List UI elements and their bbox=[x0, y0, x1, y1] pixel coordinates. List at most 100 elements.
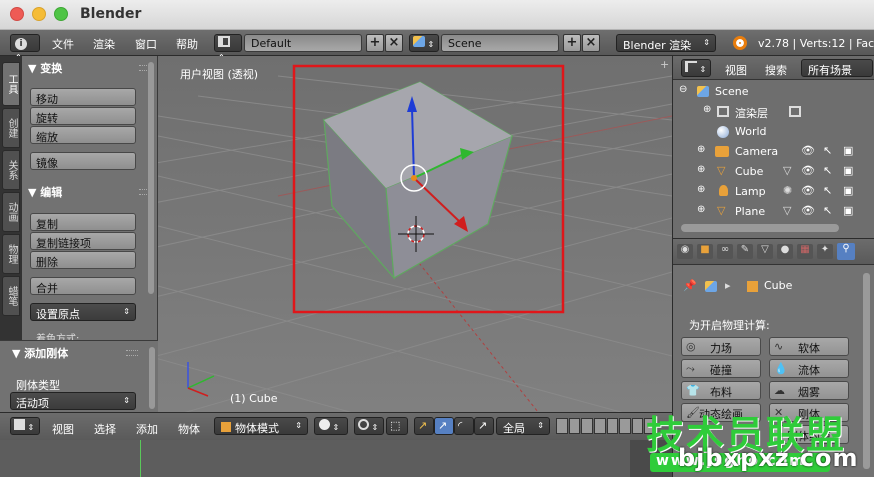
redo-panel-scrollbar[interactable] bbox=[149, 347, 155, 409]
duplicate-linked-button[interactable]: 复制链接项 bbox=[30, 232, 136, 250]
edit-panel-header[interactable]: ▼ 编辑 bbox=[28, 184, 62, 200]
translate-manipulator-button[interactable]: ↗ bbox=[434, 417, 454, 435]
tab-animation[interactable]: 动画 bbox=[2, 192, 20, 232]
eye-icon[interactable]: 👁 bbox=[801, 164, 815, 177]
texture-tab-icon[interactable]: ▦ bbox=[797, 244, 813, 259]
menu-file[interactable]: 文件 bbox=[52, 36, 74, 52]
rotate-button[interactable]: 旋转 bbox=[30, 107, 136, 125]
remove-scene-button[interactable]: × bbox=[582, 34, 600, 52]
add-screen-button[interactable]: + bbox=[366, 34, 384, 52]
cursor-select-icon[interactable]: ↖ bbox=[823, 204, 832, 217]
maximize-window-button[interactable] bbox=[54, 7, 68, 21]
material-tab-icon[interactable]: ● bbox=[777, 244, 793, 259]
menu-add[interactable]: 添加 bbox=[136, 421, 158, 437]
move-button[interactable]: 移动 bbox=[30, 88, 136, 106]
expand-icon[interactable]: ⊕ bbox=[697, 184, 705, 195]
particles-tab-icon[interactable]: ✦ bbox=[817, 244, 833, 259]
menu-window[interactable]: 窗口 bbox=[135, 36, 157, 52]
render-engine-dropdown[interactable]: Blender 渲染 ⇕ bbox=[616, 34, 716, 52]
tab-tools[interactable]: 工具 bbox=[2, 62, 20, 106]
tab-grease-pencil[interactable]: 蜡笔 bbox=[2, 276, 20, 316]
menu-help[interactable]: 帮助 bbox=[176, 36, 198, 52]
duplicate-button[interactable]: 复制 bbox=[30, 213, 136, 231]
render-camera-icon[interactable]: ▣ bbox=[843, 204, 853, 217]
interaction-mode-dropdown[interactable]: 物体模式 ⇕ bbox=[214, 417, 308, 435]
tab-relations[interactable]: 关系 bbox=[2, 150, 20, 190]
join-button[interactable]: 合并 bbox=[30, 277, 136, 295]
expand-icon[interactable]: ⊕ bbox=[697, 204, 705, 215]
outliner-row-render-layers[interactable]: ⊕ 渲染层 bbox=[673, 102, 874, 122]
manipulator-toggle[interactable]: ↗ bbox=[414, 417, 434, 435]
fluid-button[interactable]: 💧 流体 bbox=[769, 359, 849, 378]
outliner-row-world[interactable]: World bbox=[673, 122, 874, 142]
render-camera-icon[interactable]: ▣ bbox=[843, 144, 853, 157]
viewport-shading-dropdown[interactable]: ⇕ bbox=[314, 417, 348, 435]
outliner-menu-view[interactable]: 视图 bbox=[725, 62, 747, 78]
outliner-display-mode-dropdown[interactable]: 所有场景 bbox=[801, 59, 873, 77]
force-field-button[interactable]: ◎ 力场 bbox=[681, 337, 761, 356]
constraints-tab-icon[interactable]: ∞ bbox=[717, 244, 733, 259]
modifiers-tab-icon[interactable]: ✎ bbox=[737, 244, 753, 259]
menu-view[interactable]: 视图 bbox=[52, 421, 74, 437]
close-window-button[interactable] bbox=[10, 7, 24, 21]
tab-create[interactable]: 创建 bbox=[2, 108, 20, 148]
collapse-icon[interactable]: ⊖ bbox=[679, 84, 687, 95]
editor-type-info-button[interactable]: i ⇕ bbox=[10, 34, 40, 62]
rigid-body-type-dropdown[interactable]: 活动项 ⇕ bbox=[10, 392, 136, 410]
cursor-select-icon[interactable]: ↖ bbox=[823, 164, 832, 177]
rotate-manipulator-button[interactable]: ◜ bbox=[454, 417, 474, 435]
render-tab-icon[interactable]: ◉ bbox=[677, 244, 693, 259]
panel-grip-icon[interactable] bbox=[126, 350, 138, 356]
eye-icon[interactable]: 👁 bbox=[801, 184, 815, 197]
set-origin-dropdown[interactable]: 设置原点 ⇕ bbox=[30, 303, 136, 321]
smoke-button[interactable]: ☁ 烟雾 bbox=[769, 381, 849, 400]
cursor-select-icon[interactable]: ↖ bbox=[823, 184, 832, 197]
menu-render[interactable]: 渲染 bbox=[93, 36, 115, 52]
render-camera-icon[interactable]: ▣ bbox=[843, 184, 853, 197]
editor-type-outliner-button[interactable]: ⇕ bbox=[681, 59, 711, 77]
expand-icon[interactable]: ⊕ bbox=[697, 164, 705, 175]
object-tab-icon[interactable]: ■ bbox=[697, 244, 713, 259]
3d-viewport[interactable]: + 用户视图 (透视) (1) Cube bbox=[158, 56, 672, 412]
outliner-row-camera[interactable]: ⊕ Camera 👁 ↖ ▣ bbox=[673, 142, 874, 162]
tab-physics[interactable]: 物理 bbox=[2, 234, 20, 274]
mirror-button[interactable]: 镜像 bbox=[30, 152, 136, 170]
viewport-canvas[interactable]: + bbox=[158, 56, 672, 412]
cloth-button[interactable]: 👕 布料 bbox=[681, 381, 761, 400]
transform-panel-header[interactable]: ▼ 变换 bbox=[28, 60, 62, 76]
render-camera-icon[interactable]: ▣ bbox=[843, 164, 853, 177]
remove-screen-button[interactable]: × bbox=[385, 34, 403, 52]
scene-field[interactable]: Scene bbox=[441, 34, 559, 52]
eye-icon[interactable]: 👁 bbox=[801, 204, 815, 217]
outliner-row-plane[interactable]: ⊕ ▽ Plane ▽ 👁 ↖ ▣ bbox=[673, 202, 874, 222]
timeline[interactable] bbox=[0, 440, 672, 477]
tool-shelf-scrollbar[interactable] bbox=[148, 62, 154, 294]
screen-layout-picker[interactable]: ⇕ bbox=[214, 34, 242, 62]
minimize-window-button[interactable] bbox=[32, 7, 46, 21]
add-scene-button[interactable]: + bbox=[563, 34, 581, 52]
data-tab-icon[interactable]: ▽ bbox=[757, 244, 773, 259]
expand-icon[interactable]: ⊕ bbox=[697, 144, 705, 155]
menu-select[interactable]: 选择 bbox=[94, 421, 116, 437]
outliner-row-scene[interactable]: ⊖ Scene bbox=[673, 82, 874, 102]
scene-picker[interactable]: ⇕ bbox=[409, 34, 439, 52]
outliner-horizontal-scrollbar[interactable] bbox=[681, 224, 839, 232]
add-rigid-body-header[interactable]: ▼ 添加刚体 bbox=[12, 345, 68, 361]
screen-layout-field[interactable]: Default bbox=[244, 34, 362, 52]
physics-tab-icon[interactable]: ⚲ bbox=[837, 243, 855, 260]
soft-body-button[interactable]: ∿ 软体 bbox=[769, 337, 849, 356]
delete-button[interactable]: 删除 bbox=[30, 251, 136, 269]
transform-orientation-dropdown[interactable]: 全局 ⇕ bbox=[496, 417, 550, 435]
collision-button[interactable]: ⤳ 碰撞 bbox=[681, 359, 761, 378]
cursor-select-icon[interactable]: ↖ bbox=[823, 144, 832, 157]
outliner-row-cube[interactable]: ⊕ ▽ Cube ▽ 👁 ↖ ▣ bbox=[673, 162, 874, 182]
pivot-point-dropdown[interactable]: ⇕ bbox=[354, 417, 384, 435]
pivot-manipulation-toggle[interactable]: ⬚ bbox=[386, 417, 408, 435]
scale-manipulator-button[interactable]: ↗ bbox=[474, 417, 494, 435]
outliner-menu-search[interactable]: 搜索 bbox=[765, 62, 787, 78]
editor-type-3dview-button[interactable]: ⇕ bbox=[10, 417, 40, 435]
outliner-row-lamp[interactable]: ⊕ Lamp ✺ 👁 ↖ ▣ bbox=[673, 182, 874, 202]
expand-icon[interactable]: ⊕ bbox=[703, 104, 711, 115]
menu-object[interactable]: 物体 bbox=[178, 421, 200, 437]
scale-button[interactable]: 缩放 bbox=[30, 126, 136, 144]
